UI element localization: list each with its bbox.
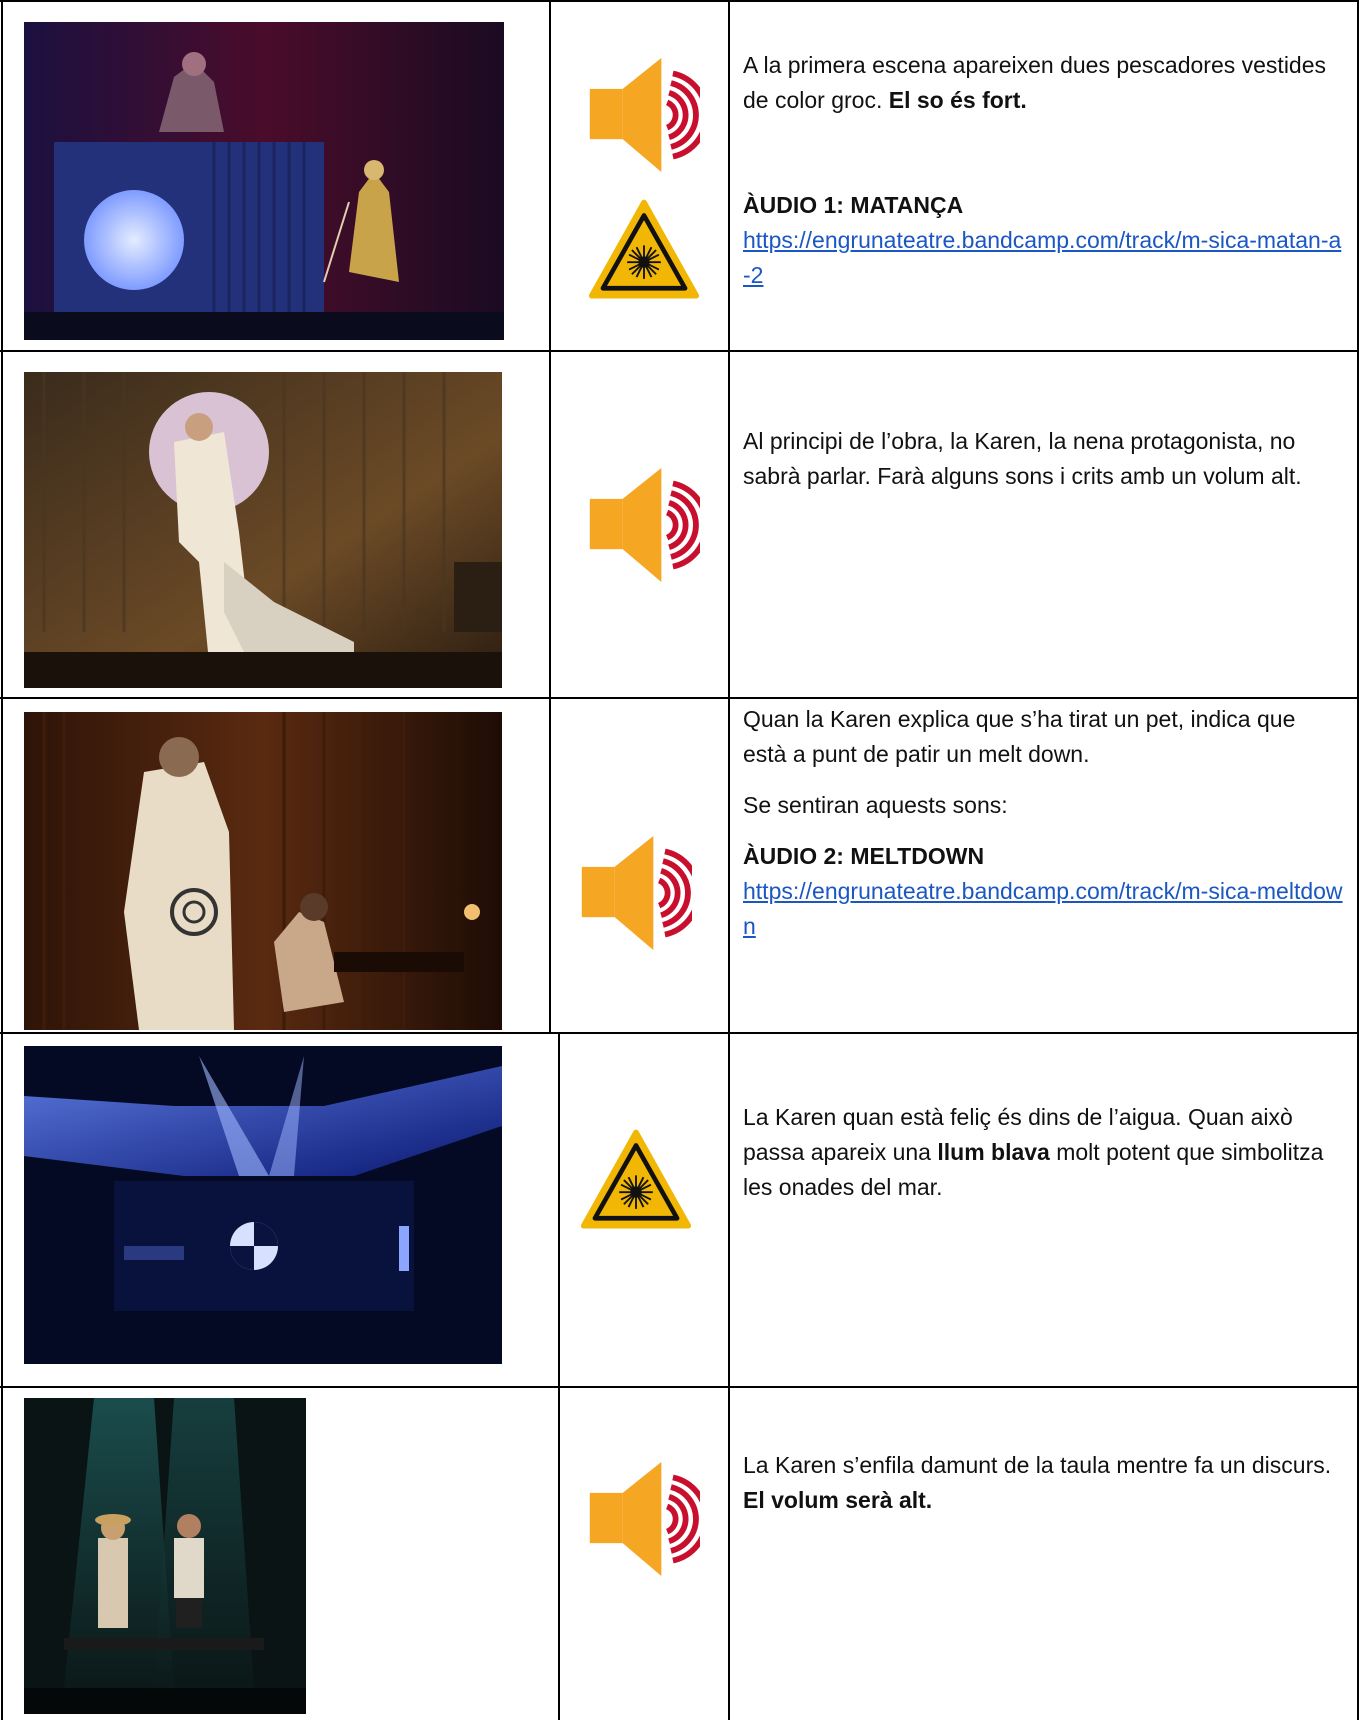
row4-bold-text: llum blava bbox=[937, 1139, 1050, 1165]
row-divider bbox=[0, 350, 1359, 352]
row3-description: Quan la Karen explica que s’ha tirat un … bbox=[743, 702, 1343, 944]
laser-warning-icon bbox=[588, 190, 700, 310]
row4-description: La Karen quan està feliç és dins de l’ai… bbox=[743, 1100, 1343, 1205]
document-page: A la primera escena apareixen dues pesca… bbox=[0, 0, 1359, 1720]
row-divider bbox=[0, 1386, 1359, 1388]
column-divider bbox=[728, 0, 730, 1720]
stage-photo-speech-on-table bbox=[24, 1398, 306, 1714]
row3-text-1: Quan la Karen explica que s’ha tirat un … bbox=[743, 706, 1296, 767]
column-divider bbox=[549, 0, 551, 1032]
stage-photo-karen-dragged bbox=[24, 372, 502, 688]
audio2-link[interactable]: https://engrunateatre.bandcamp.com/track… bbox=[743, 878, 1343, 939]
audio2-title: ÀUDIO 2: MELTDOWN bbox=[743, 843, 985, 869]
laser-warning-icon bbox=[580, 1120, 692, 1240]
speaker-loud-icon bbox=[584, 52, 700, 178]
table-border-left bbox=[1, 0, 3, 1720]
stage-photo-meltdown bbox=[24, 712, 502, 1030]
speaker-loud-icon bbox=[584, 462, 700, 588]
table-border-top bbox=[0, 0, 1359, 2]
row5-text: La Karen s’enfila damunt de la taula men… bbox=[743, 1452, 1332, 1478]
speaker-loud-icon bbox=[584, 1456, 700, 1582]
row-divider bbox=[0, 697, 1359, 699]
row5-description: La Karen s’enfila damunt de la taula men… bbox=[743, 1448, 1343, 1518]
audio1-link[interactable]: https://engrunateatre.bandcamp.com/track… bbox=[743, 227, 1341, 288]
row1-bold-text: El so és fort. bbox=[888, 87, 1027, 113]
table-border-right bbox=[1357, 0, 1359, 1720]
stage-photo-fishermen bbox=[24, 22, 504, 340]
row2-description: Al principi de l’obra, la Karen, la nena… bbox=[743, 424, 1343, 494]
row1-text: A la primera escena apareixen dues pesca… bbox=[743, 52, 1327, 113]
row-divider bbox=[0, 1032, 1359, 1034]
row2-text: Al principi de l’obra, la Karen, la nena… bbox=[743, 428, 1302, 489]
row3-text-2: Se sentiran aquests sons: bbox=[743, 792, 1008, 818]
row5-bold-text: El volum serà alt. bbox=[743, 1487, 933, 1513]
row1-description: A la primera escena apareixen dues pesca… bbox=[743, 48, 1343, 293]
stage-photo-blue-light bbox=[24, 1046, 502, 1364]
audio1-title: ÀUDIO 1: MATANÇA bbox=[743, 192, 964, 218]
speaker-loud-icon bbox=[576, 830, 692, 956]
column-divider bbox=[558, 1032, 560, 1720]
